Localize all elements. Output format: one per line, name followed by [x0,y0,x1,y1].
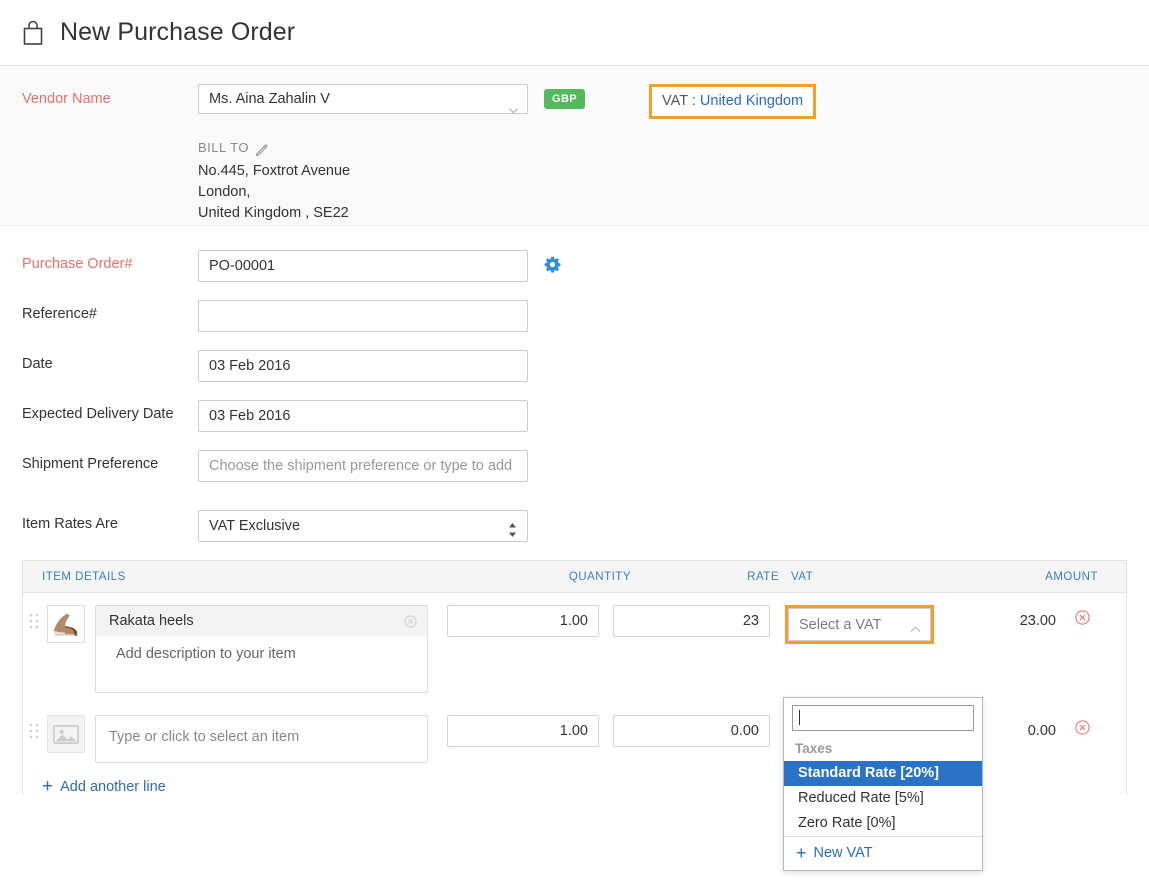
bill-to-title: BILL TO [198,137,249,158]
expected-delivery-row: Expected Delivery Date 03 Feb 2016 [0,400,1149,432]
vat-search-input[interactable] [792,705,974,731]
item-select-input[interactable]: Type or click to select an item [96,716,427,745]
plus-icon: + [42,780,53,794]
rate-input[interactable]: 0.00 [613,715,770,747]
vat-option-standard-rate[interactable]: Standard Rate [20%] [784,761,982,786]
delete-row-icon[interactable] [1075,722,1090,739]
column-header-vat: VAT [779,571,969,583]
column-header-item-details: ITEM DETAILS [23,571,506,583]
chevron-down-icon [509,96,518,102]
text-cursor [799,710,800,725]
high-heel-shoe-thumbnail[interactable] [47,605,85,643]
items-table-header: ITEM DETAILS QUANTITY RATE VAT AMOUNT [23,561,1126,593]
shopping-bag-icon [22,20,44,46]
column-header-rate: RATE [631,571,779,583]
purchase-order-input[interactable]: PO-00001 [198,250,528,282]
table-row: Rakata heels Add description to your ite… [23,593,1126,703]
image-placeholder-icon[interactable] [47,715,85,753]
vendor-row: Vendor Name Ms. Aina Zahalin V GBP VAT :… [0,84,1149,119]
page-header: New Purchase Order [0,0,1149,66]
item-details-box: Type or click to select an item [95,715,428,763]
reference-input[interactable] [198,300,528,332]
shipment-preference-label: Shipment Preference [0,450,198,478]
item-details-box: Rakata heels Add description to your ite… [95,605,428,693]
expected-delivery-label: Expected Delivery Date [0,400,198,425]
shipment-preference-input[interactable]: Choose the shipment preference or type t… [198,450,528,482]
currency-badge: GBP [544,89,585,109]
edit-pencil-icon[interactable] [255,141,268,154]
updown-arrows-icon [508,519,517,535]
order-form-section: Purchase Order# PO-00001 Reference# Date… [0,226,1149,542]
bill-to-header: BILL TO [198,137,1149,158]
vat-select[interactable]: Select a VAT [788,608,931,641]
plus-icon: + [796,847,807,860]
bill-to-line-3: United Kingdom , SE22 [198,203,1149,224]
delete-row-icon[interactable] [1075,612,1090,629]
amount-value: 23.00 [940,605,1060,637]
vat-select-highlight: Select a VAT [785,605,934,644]
gear-icon[interactable] [544,256,561,273]
purchase-order-label-col: Purchase Order# [0,250,198,278]
vendor-name-select[interactable]: Ms. Aina Zahalin V [198,84,528,114]
page-title: New Purchase Order [60,18,295,47]
vat-region-value: United Kingdom [700,93,803,109]
new-vat-label: New VAT [814,845,873,861]
reference-label: Reference# [0,300,198,328]
vendor-section: Vendor Name Ms. Aina Zahalin V GBP VAT :… [0,66,1149,226]
quantity-input[interactable]: 1.00 [447,715,599,747]
item-description-input[interactable]: Add description to your item [96,636,427,662]
item-rates-select[interactable]: VAT Exclusive [198,510,528,542]
purchase-order-row: Purchase Order# PO-00001 [0,250,1149,282]
vat-search-wrap [784,698,982,738]
date-row: Date 03 Feb 2016 [0,350,1149,382]
shipment-preference-row: Shipment Preference Choose the shipment … [0,450,1149,482]
column-header-amount: AMOUNT [969,571,1104,583]
vendor-name-label-col: Vendor Name [0,84,198,114]
purchase-order-label: Purchase Order# [22,256,132,272]
column-header-quantity: QUANTITY [506,571,631,583]
delete-row-cell [1060,605,1104,637]
rate-input[interactable]: 23 [613,605,770,637]
bill-to-line-1: No.445, Foxtrot Avenue [198,161,1149,182]
expected-delivery-input[interactable]: 03 Feb 2016 [198,400,528,432]
vat-dropdown-panel: Taxes Standard Rate [20%] Reduced Rate [… [783,697,983,871]
item-rates-label: Item Rates Are [0,510,198,538]
new-vat-button[interactable]: + New VAT [784,836,982,870]
vat-group-label: Taxes [784,738,982,761]
delete-row-cell [1060,715,1104,747]
bill-to-line-2: London, [198,182,1149,203]
vat-option-zero-rate[interactable]: Zero Rate [0%] [784,811,982,836]
drag-handle-icon[interactable] [29,723,45,746]
drag-handle-icon[interactable] [29,613,45,636]
vat-option-reduced-rate[interactable]: Reduced Rate [5%] [784,786,982,811]
item-name-value: Rakata heels [109,613,194,629]
vendor-name-label: Vendor Name [22,91,111,107]
vendor-name-value: Ms. Aina Zahalin V [209,91,330,107]
item-rates-value: VAT Exclusive [209,518,300,534]
vat-cell: Select a VAT [785,605,940,644]
add-another-line-label: Add another line [60,779,166,795]
close-icon[interactable] [404,615,417,628]
vat-select-value: Select a VAT [799,617,881,633]
reference-row: Reference# [0,300,1149,332]
chevron-up-icon [910,621,921,628]
item-name-field[interactable]: Rakata heels [96,606,427,636]
bill-to-block: BILL TO No.445, Foxtrot Avenue London, U… [198,137,1149,224]
vat-region-badge[interactable]: VAT : United Kingdom [649,84,816,119]
date-input[interactable]: 03 Feb 2016 [198,350,528,382]
vat-region-key: VAT : [662,93,696,109]
item-rates-row: Item Rates Are VAT Exclusive [0,510,1149,542]
quantity-input[interactable]: 1.00 [447,605,599,637]
date-label: Date [0,350,198,378]
